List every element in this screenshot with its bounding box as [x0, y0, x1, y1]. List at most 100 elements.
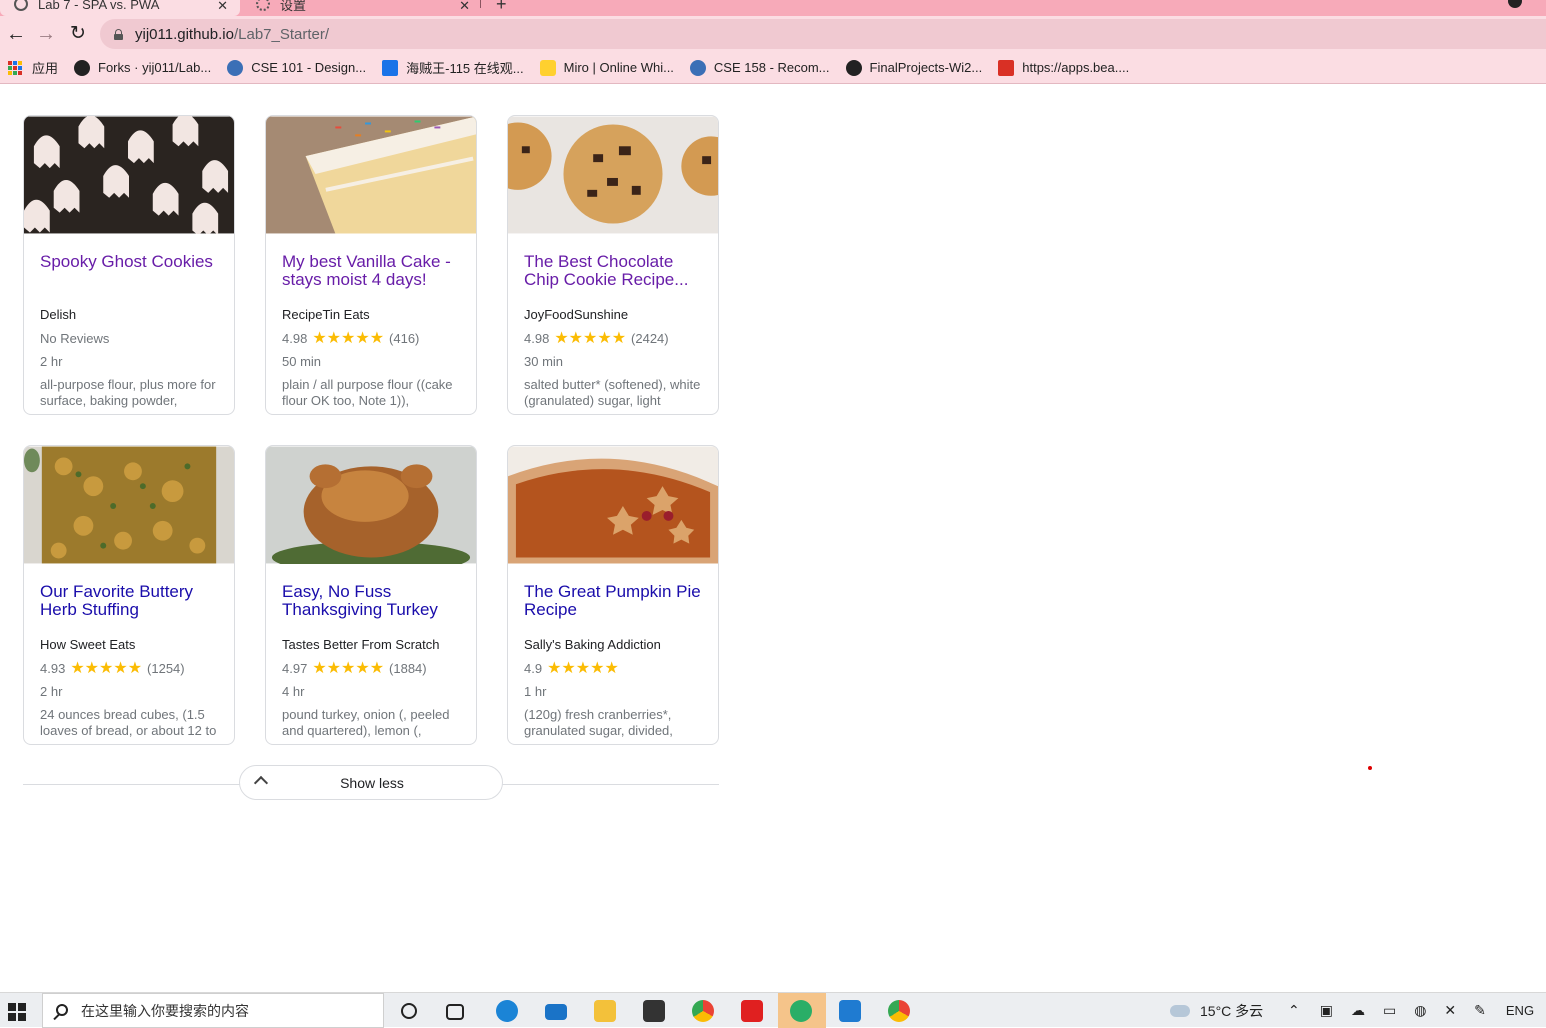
github-icon [845, 59, 862, 76]
recipe-image [266, 116, 476, 234]
lock-icon[interactable] [114, 28, 123, 40]
bookmark-label: FinalProjects-Wi2... [869, 60, 983, 75]
cursor-dot [1368, 766, 1372, 770]
rating-count: (1884) [389, 660, 427, 676]
weather-text: 15°C 多云 [1200, 1002, 1264, 1019]
onedrive-icon[interactable]: ☁ [1351, 1002, 1365, 1019]
tab-settings[interactable]: 设置 ✕ [242, 0, 482, 16]
bookmark-onepiece[interactable]: 海贼王-115 在线观... [382, 58, 524, 77]
bookmarks-bar: 应用 Forks · yij011/Lab... CSE 101 - Desig… [0, 52, 1546, 84]
weather-widget[interactable]: 15°C 多云 [1170, 993, 1263, 1028]
globe-icon [14, 0, 28, 11]
recipe-time: 2 hr [40, 353, 63, 369]
youdao-icon[interactable] [741, 1000, 763, 1022]
tab-separator [480, 0, 481, 8]
taskbar-search-input[interactable]: 在这里输入你要搜索的内容 [42, 993, 384, 1028]
recipe-title[interactable]: Our Favorite Buttery Herb Stuffing [40, 583, 218, 631]
recipe-title[interactable]: The Great Pumpkin Pie Recipe [524, 583, 702, 631]
recipe-source: Delish [40, 307, 77, 322]
recipe-rating: 4.97 ★★★★★ (1884) [282, 657, 460, 679]
recipe-card[interactable]: Easy, No Fuss Thanksgiving Turkey Tastes… [265, 445, 477, 745]
reload-button[interactable]: ↻ [66, 22, 90, 46]
recipe-title[interactable]: My best Vanilla Cake - stays moist 4 day… [282, 253, 460, 301]
store-icon[interactable] [643, 1000, 665, 1022]
bookmark-finalprojects[interactable]: FinalProjects-Wi2... [845, 59, 983, 76]
language-indicator[interactable]: ENG [1506, 1003, 1534, 1018]
search-icon [56, 1004, 68, 1016]
recipe-title[interactable]: The Best Chocolate Chip Cookie Recipe... [524, 253, 702, 301]
wechat-icon[interactable] [790, 1000, 812, 1022]
network-icon[interactable]: ◍ [1414, 1002, 1426, 1019]
bookmark-label: 应用 [32, 61, 59, 76]
recipe-card[interactable]: The Best Chocolate Chip Cookie Recipe...… [507, 115, 719, 415]
recipe-source: Tastes Better From Scratch [282, 637, 440, 652]
recipe-time: 2 hr [40, 683, 63, 699]
recipe-rating: 4.9 ★★★★★ [524, 657, 702, 679]
rating-value: 4.9 [524, 660, 543, 676]
recipe-card[interactable]: The Great Pumpkin Pie Recipe Sally's Bak… [507, 445, 719, 745]
close-tab-icon[interactable]: ✕ [459, 0, 470, 14]
windows-start-icon[interactable] [8, 1003, 26, 1021]
file-explorer-icon[interactable] [594, 1000, 616, 1022]
recipe-ingredients: 24 ounces bread cubes, (1.5 loaves of br… [40, 707, 217, 738]
show-less-button[interactable]: Show less [239, 765, 503, 800]
recipe-source: JoyFoodSunshine [524, 307, 629, 322]
pen-icon[interactable]: ✎ [1474, 1002, 1486, 1019]
recipe-card[interactable]: Spooky Ghost Cookies Delish No Reviews 2… [23, 115, 235, 415]
recipe-ingredients: salted butter* (softened), white (granul… [524, 377, 701, 408]
recipe-image [508, 116, 718, 234]
recipe-time: 50 min [282, 353, 322, 369]
miro-icon [539, 59, 556, 76]
recipe-time: 30 min [524, 353, 564, 369]
bookmark-apps[interactable]: 应用 [8, 58, 58, 77]
vscode-icon[interactable] [839, 1000, 861, 1022]
address-bar[interactable]: yij011.github.io/Lab7_Starter/ [100, 19, 1546, 49]
chevron-up-icon[interactable]: ⌃ [1288, 1002, 1300, 1019]
cloud-icon [1170, 1004, 1190, 1017]
recipe-card[interactable]: My best Vanilla Cake - stays moist 4 day… [265, 115, 477, 415]
recipe-image [24, 446, 234, 564]
cortana-icon[interactable] [401, 1003, 417, 1019]
bookmark-miro[interactable]: Miro | Online Whi... [539, 59, 674, 76]
tab-strip: Lab 7 - SPA vs. PWA ✕ 设置 ✕ + [0, 0, 1546, 16]
back-button[interactable]: ← [4, 22, 28, 46]
recipe-title[interactable]: Easy, No Fuss Thanksgiving Turkey [282, 583, 460, 631]
rating-count: (2424) [631, 330, 669, 346]
tab-lab7[interactable]: Lab 7 - SPA vs. PWA ✕ [0, 0, 240, 16]
bookmark-forks[interactable]: Forks · yij011/Lab... [74, 59, 211, 76]
chrome-icon[interactable] [692, 1000, 714, 1022]
course-icon [689, 59, 706, 76]
url-host: yij011.github.io [135, 25, 234, 43]
task-view-icon[interactable] [446, 1004, 464, 1020]
bookmark-apps-bea[interactable]: https://apps.bea.... [998, 59, 1129, 76]
recipe-card[interactable]: Our Favorite Buttery Herb Stuffing How S… [23, 445, 235, 745]
edge-icon[interactable] [496, 1000, 518, 1022]
star-rating-icon: ★★★★★ [547, 660, 619, 677]
github-icon [74, 59, 91, 76]
tab-title: 设置 [280, 0, 307, 13]
play-icon [382, 59, 399, 76]
volume-muted-icon[interactable]: ✕ [1444, 1002, 1456, 1019]
show-less-label: Show less [340, 774, 404, 791]
new-tab-button[interactable]: + [496, 0, 507, 15]
chrome-profile-icon[interactable] [888, 1000, 910, 1022]
recipe-title[interactable]: Spooky Ghost Cookies [40, 253, 218, 301]
recipe-rating: 4.93 ★★★★★ (1254) [40, 657, 218, 679]
mail-icon[interactable] [545, 1004, 567, 1020]
bookmark-label: Miro | Online Whi... [563, 60, 674, 75]
forward-button[interactable]: → [34, 22, 58, 46]
recipe-rating: 4.98 ★★★★★ (416) [282, 327, 460, 349]
recipe-time: 4 hr [282, 683, 305, 699]
recipe-source: RecipeTin Eats [282, 307, 370, 322]
bookmark-cse158[interactable]: CSE 158 - Recom... [689, 59, 830, 76]
recipe-source: How Sweet Eats [40, 637, 136, 652]
battery-icon[interactable]: ▭ [1383, 1002, 1396, 1019]
bookmark-label: 海贼王-115 在线观... [406, 61, 524, 76]
close-tab-icon[interactable]: ✕ [217, 0, 228, 14]
recipe-image [24, 116, 234, 236]
rating-value: No Reviews [40, 330, 110, 346]
bookmark-cse101[interactable]: CSE 101 - Design... [227, 59, 366, 76]
display-icon[interactable]: ▣ [1320, 1002, 1333, 1019]
recipe-image [508, 446, 718, 564]
profile-icon[interactable] [1508, 0, 1522, 8]
